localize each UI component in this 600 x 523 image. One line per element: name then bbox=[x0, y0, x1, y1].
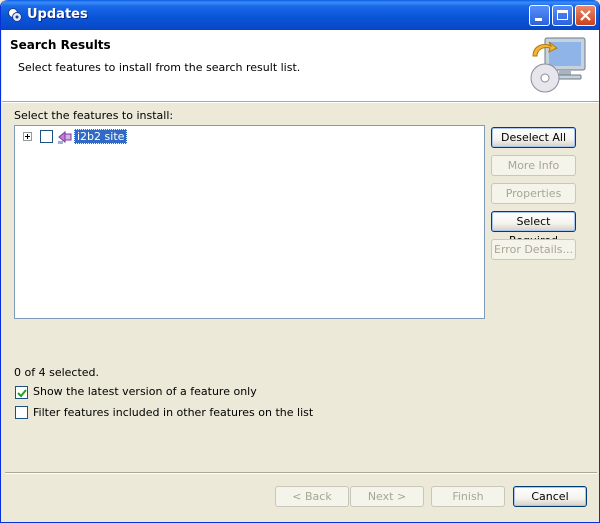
next-button[interactable]: Next > bbox=[350, 486, 424, 507]
close-button[interactable] bbox=[575, 5, 596, 26]
window-title: Updates bbox=[27, 7, 88, 22]
latest-version-checkbox[interactable] bbox=[15, 386, 28, 399]
updates-app-icon bbox=[8, 8, 22, 22]
latest-version-label[interactable]: Show the latest version of a feature onl… bbox=[33, 385, 257, 398]
features-tree[interactable]: i2b2 site bbox=[14, 125, 485, 319]
page-description: Select features to install from the sear… bbox=[18, 61, 301, 74]
close-icon bbox=[580, 10, 591, 21]
title-bar[interactable]: Updates bbox=[1, 0, 599, 30]
tree-item-checkbox[interactable] bbox=[40, 130, 53, 143]
plus-icon bbox=[25, 134, 30, 139]
error-details-button[interactable]: Error Details... bbox=[491, 239, 576, 260]
updates-dialog: Updates Search Results Select features t… bbox=[0, 0, 600, 523]
maximize-icon bbox=[557, 10, 568, 20]
minimize-button[interactable] bbox=[529, 5, 550, 26]
filter-included-checkbox[interactable] bbox=[15, 406, 28, 419]
select-required-button[interactable]: Select Required bbox=[491, 211, 576, 247]
minimize-icon bbox=[535, 18, 542, 21]
computer-update-banner bbox=[530, 37, 586, 93]
checkmark-icon bbox=[17, 389, 27, 398]
more-info-button[interactable]: More Info bbox=[491, 155, 576, 176]
selection-status: 0 of 4 selected. bbox=[14, 366, 100, 379]
maximize-button[interactable] bbox=[552, 5, 573, 26]
page-title: Search Results bbox=[10, 38, 111, 52]
deselect-all-button[interactable]: Deselect All bbox=[491, 127, 576, 148]
finish-button[interactable]: Finish bbox=[431, 486, 505, 507]
filter-included-label[interactable]: Filter features included in other featur… bbox=[33, 406, 313, 419]
tree-expand-toggle[interactable] bbox=[23, 132, 32, 141]
footer-separator bbox=[5, 472, 597, 474]
back-button[interactable]: < Back bbox=[275, 486, 349, 507]
cancel-button[interactable]: Cancel bbox=[513, 486, 587, 507]
properties-button[interactable]: Properties bbox=[491, 183, 576, 204]
header-separator bbox=[2, 102, 599, 103]
features-label: Select the features to install: bbox=[14, 109, 174, 122]
wizard-header: Search Results Select features to instal… bbox=[2, 30, 599, 102]
update-site-icon bbox=[58, 130, 72, 144]
tree-item-label[interactable]: i2b2 site bbox=[74, 129, 128, 144]
